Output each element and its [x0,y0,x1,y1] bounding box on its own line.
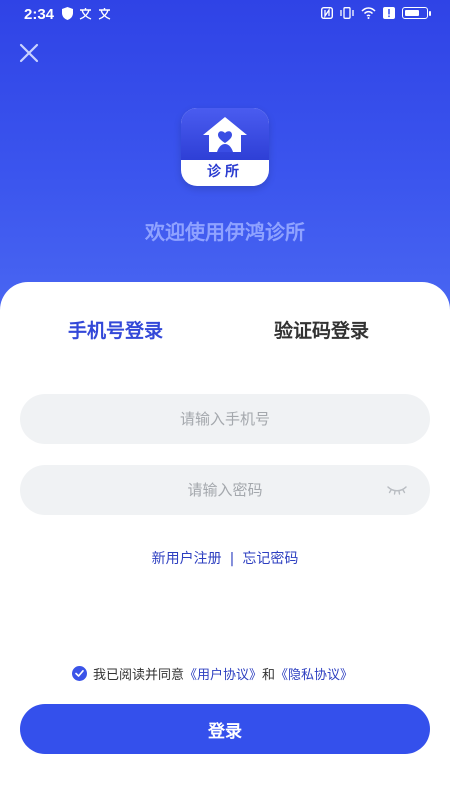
login-card: 手机号登录 验证码登录 新用户注册 | 忘记密码 我已阅读并同意 《用户协议》 和 … [0,282,450,800]
password-input[interactable] [20,465,430,515]
agreement-prefix: 我已阅读并同意 [93,668,185,683]
links-separator: | [229,551,235,567]
login-button[interactable]: 登录 [20,704,430,754]
app-logo: 诊所 [181,108,269,186]
tab-phone-login[interactable]: 手机号登录 [68,316,163,343]
agreement-row: 我已阅读并同意 《用户协议》 和 《隐私协议》 [72,664,353,683]
user-agreement-link[interactable]: 《用户协议》 [184,664,262,683]
battery-icon [402,7,431,19]
shield-icon [62,7,73,20]
status-bar: 2:34 [0,0,450,30]
logo-label: 诊所 [207,164,243,180]
status-time: 2:34 [24,6,55,23]
translate-icon [79,7,92,20]
checkbox-checked-icon[interactable] [72,666,87,681]
close-icon [19,43,39,63]
privacy-agreement-link[interactable]: 《隐私协议》 [275,664,353,683]
vibrate-icon [340,7,354,19]
phone-input[interactable] [20,394,430,444]
account-links: 新用户注册 | 忘记密码 [0,548,450,568]
wifi-icon [361,7,376,19]
close-button[interactable] [14,38,44,68]
translate-icon [98,7,111,20]
tab-code-login[interactable]: 验证码登录 [274,316,369,343]
register-link[interactable]: 新用户注册 [152,551,222,567]
nfc-icon [321,7,333,19]
forgot-password-link[interactable]: 忘记密码 [242,551,298,567]
eye-closed-icon[interactable] [386,482,408,498]
clinic-house-icon [203,117,247,152]
alert-icon [383,7,395,19]
welcome-title: 欢迎使用伊鸿诊所 [145,220,305,244]
agreement-and: 和 [262,668,276,683]
